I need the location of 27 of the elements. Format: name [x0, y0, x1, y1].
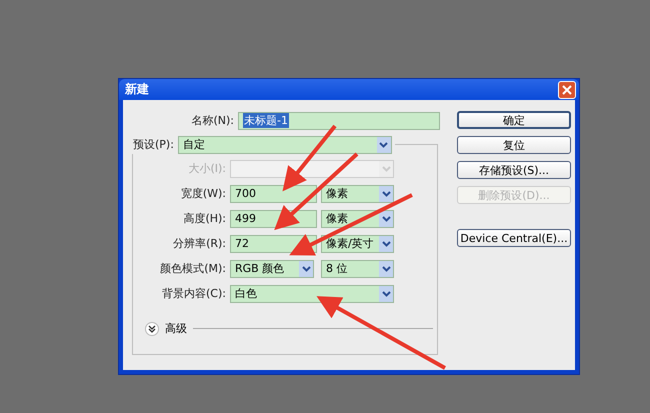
field-label: 预设(P):	[133, 137, 175, 152]
dropdown[interactable]: 白色	[230, 284, 394, 302]
field-label: 分辨率(R):	[172, 236, 227, 251]
field-label: 高度(H):	[182, 211, 227, 226]
field-label: 宽度(W):	[180, 186, 227, 201]
dialog-button[interactable]: 确定	[457, 111, 571, 129]
field-label: 大小(I):	[187, 161, 227, 176]
field-label: 颜色模式(M):	[159, 261, 227, 276]
dropdown[interactable]: 像素	[321, 184, 394, 202]
expand-button[interactable]	[145, 322, 159, 336]
dropdown[interactable]: RGB 颜色	[230, 260, 314, 278]
dropdown[interactable]: 像素/英寸	[321, 234, 394, 252]
field-label: 背景内容(C):	[161, 286, 227, 301]
close-icon	[562, 84, 572, 94]
name-value: 未标题-1	[243, 113, 289, 128]
dialog-button[interactable]: 复位	[457, 136, 571, 154]
number-field[interactable]: 700	[230, 184, 317, 202]
dialog-button[interactable]: 存储预设(S)...	[457, 161, 571, 179]
double-chevron-icon	[148, 324, 156, 332]
field-label: 名称(N):	[190, 113, 235, 128]
name-field[interactable]: 未标题-1	[238, 112, 440, 130]
dropdown[interactable]: 自定	[178, 136, 392, 154]
dropdown[interactable]: 8 位	[321, 260, 394, 278]
advanced-label: 高级	[165, 321, 187, 336]
window-title: 新建	[125, 81, 149, 98]
dialog-button[interactable]: Device Central(E)...	[457, 229, 571, 247]
close-button[interactable]	[558, 80, 576, 98]
